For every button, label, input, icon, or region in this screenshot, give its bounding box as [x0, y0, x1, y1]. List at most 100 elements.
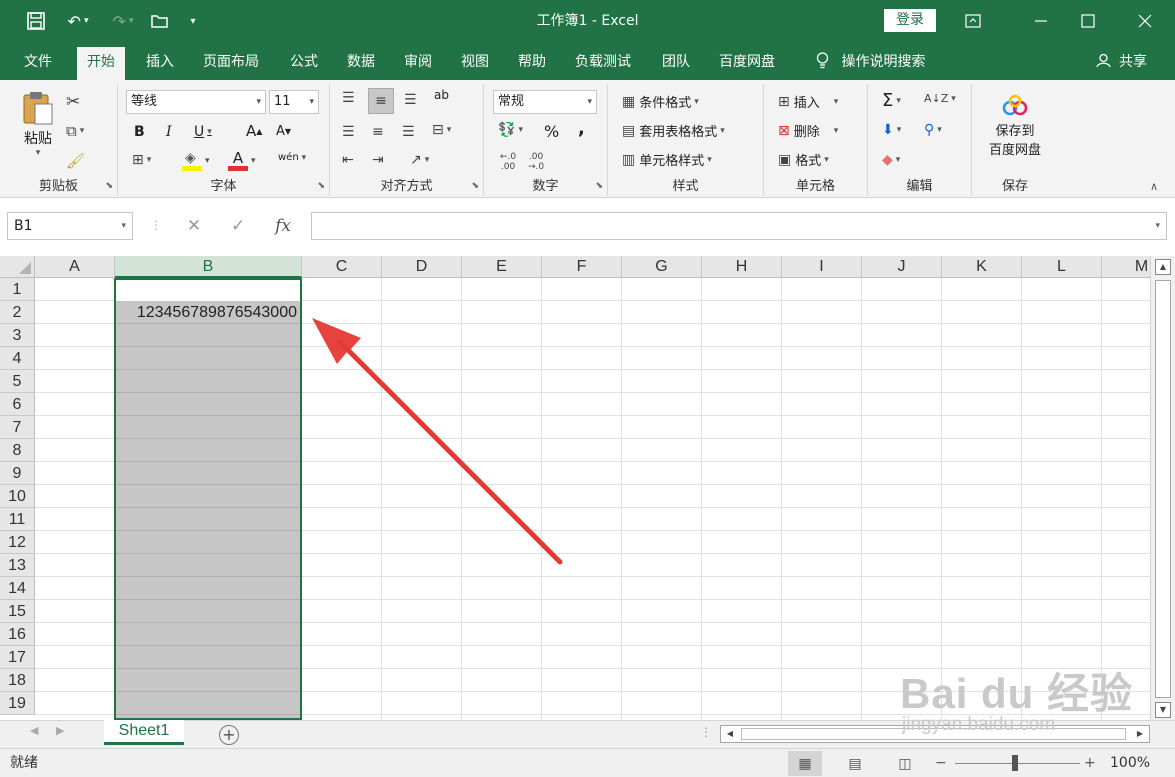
scroll-up-icon[interactable]: ▲	[1155, 259, 1171, 275]
scroll-down-icon[interactable]: ▼	[1155, 702, 1171, 718]
align-top-icon[interactable]: ☰	[342, 90, 355, 106]
add-sheet-button[interactable]: +	[219, 725, 239, 745]
italic-button[interactable]: I	[166, 124, 172, 140]
worksheet-grid[interactable]: 123456789876543000 ABCDEFGHIJKLM12345678…	[0, 256, 1150, 720]
column-header-h[interactable]: H	[702, 256, 782, 278]
enter-icon[interactable]: ✓	[231, 216, 245, 236]
insert-function-icon[interactable]: fx	[275, 216, 291, 236]
decrease-indent-icon[interactable]: ⇤	[342, 152, 354, 168]
bold-button[interactable]: B	[134, 124, 145, 140]
column-header-a[interactable]: A	[35, 256, 115, 278]
column-header-e[interactable]: E	[462, 256, 542, 278]
select-all-corner[interactable]	[0, 256, 35, 278]
align-center-icon[interactable]: ≡	[372, 124, 384, 140]
open-icon[interactable]	[147, 0, 173, 42]
font-color-button[interactable]: A ▾	[228, 150, 256, 172]
tab-baidu-netdisk[interactable]: 百度网盘	[709, 47, 785, 80]
sort-filter-button[interactable]: A↓Z ▾	[924, 92, 956, 105]
row-header-7[interactable]: 7	[0, 416, 35, 439]
clear-button[interactable]: ◆ ▾	[882, 152, 900, 168]
page-break-view-icon[interactable]: ◫	[888, 751, 922, 776]
format-painter-icon[interactable]: 🖌	[66, 152, 85, 170]
conditional-formatting-button[interactable]: ▦ 条件格式 ▾	[622, 92, 699, 112]
undo-icon[interactable]: ↶ ▾	[58, 0, 98, 42]
next-sheet-icon[interactable]: ▶	[56, 724, 64, 737]
tab-view[interactable]: 视图	[451, 47, 499, 80]
collapse-ribbon-icon[interactable]: ∧	[1150, 180, 1158, 193]
row-header-10[interactable]: 10	[0, 485, 35, 508]
name-box[interactable]: B1 ▾	[7, 212, 133, 240]
row-header-8[interactable]: 8	[0, 439, 35, 462]
phonetic-button[interactable]: wén ▾	[278, 152, 306, 163]
increase-decimal-icon[interactable]: ←.0.00	[500, 152, 516, 172]
zoom-level[interactable]: 100%	[1110, 749, 1150, 777]
cell-styles-button[interactable]: ▥ 单元格样式 ▾	[622, 150, 712, 170]
login-button[interactable]: 登录	[884, 9, 936, 32]
row-header-13[interactable]: 13	[0, 554, 35, 577]
maximize-icon[interactable]	[1065, 0, 1111, 42]
tab-data[interactable]: 数据	[337, 47, 385, 80]
tab-formulas[interactable]: 公式	[280, 47, 328, 80]
tab-file[interactable]: 文件	[14, 47, 62, 80]
row-header-12[interactable]: 12	[0, 531, 35, 554]
row-header-18[interactable]: 18	[0, 669, 35, 692]
paste-button[interactable]: 粘贴 ▾	[18, 90, 58, 160]
zoom-slider-thumb[interactable]	[1012, 755, 1018, 771]
row-header-3[interactable]: 3	[0, 324, 35, 347]
row-header-4[interactable]: 4	[0, 347, 35, 370]
save-to-baidu-button[interactable]: 保存到 百度网盘	[982, 94, 1048, 158]
row-header-11[interactable]: 11	[0, 508, 35, 531]
scroll-left-icon[interactable]: ◀	[721, 725, 739, 743]
column-header-k[interactable]: K	[942, 256, 1022, 278]
row-header-17[interactable]: 17	[0, 646, 35, 669]
row-header-1[interactable]: 1	[0, 278, 35, 301]
close-icon[interactable]	[1122, 0, 1168, 42]
tab-load-test[interactable]: 负载测试	[565, 47, 641, 80]
align-right-icon[interactable]: ☰	[402, 124, 415, 140]
align-bottom-icon[interactable]: ☰	[404, 92, 417, 108]
comma-button[interactable]: ,	[578, 118, 585, 139]
font-launcher-icon[interactable]: ⬊	[317, 181, 325, 191]
font-size-select[interactable]: 11 ▾	[269, 90, 319, 114]
sheet-tab-sheet1[interactable]: Sheet1	[104, 720, 184, 745]
column-header-b[interactable]: B	[115, 256, 302, 278]
formula-splitter-icon[interactable]: ⋮	[150, 218, 162, 232]
underline-button[interactable]: U ▾	[194, 124, 212, 140]
row-header-16[interactable]: 16	[0, 623, 35, 646]
merge-center-button[interactable]: ⊟ ▾	[432, 122, 451, 138]
alignment-launcher-icon[interactable]: ⬊	[471, 181, 479, 191]
increase-indent-icon[interactable]: ⇥	[372, 152, 384, 168]
tab-home[interactable]: 开始	[77, 47, 125, 80]
tab-help[interactable]: 帮助	[508, 47, 556, 80]
wrap-text-button[interactable]: ab	[434, 88, 449, 102]
cut-icon[interactable]: ✂	[66, 92, 80, 112]
column-header-f[interactable]: F	[542, 256, 622, 278]
tell-me-search[interactable]: 操作说明搜索	[806, 47, 935, 80]
percent-button[interactable]: %	[544, 122, 559, 141]
format-cells-button[interactable]: ▣ 格式 ▾	[778, 150, 829, 170]
minimize-icon[interactable]	[1018, 0, 1064, 42]
copy-icon[interactable]: ⧉ ▾	[66, 122, 84, 140]
row-header-14[interactable]: 14	[0, 577, 35, 600]
increase-font-button[interactable]: A ▲	[246, 122, 262, 140]
fill-button[interactable]: ⬇ ▾	[882, 122, 901, 138]
tab-insert[interactable]: 插入	[136, 47, 184, 80]
customize-icon[interactable]: ▾	[185, 0, 201, 42]
borders-button[interactable]: ⊞ ▾	[132, 152, 151, 168]
row-header-15[interactable]: 15	[0, 600, 35, 623]
clipboard-launcher-icon[interactable]: ⬊	[105, 181, 113, 191]
row-header-2[interactable]: 2	[0, 301, 35, 324]
font-name-select[interactable]: 等线 ▾	[126, 90, 266, 114]
autosum-button[interactable]: Σ ▾	[882, 90, 901, 111]
decrease-font-button[interactable]: A ▼	[276, 124, 291, 139]
page-layout-view-icon[interactable]: ▤	[838, 751, 872, 776]
column-header-j[interactable]: J	[862, 256, 942, 278]
accounting-format-button[interactable]: 💱 ▾	[498, 122, 523, 138]
delete-cells-button[interactable]: ⊠ 删除 ▾	[778, 121, 838, 141]
column-header-d[interactable]: D	[382, 256, 462, 278]
number-launcher-icon[interactable]: ⬊	[595, 181, 603, 191]
zoom-in-button[interactable]: +	[1084, 749, 1096, 777]
row-header-6[interactable]: 6	[0, 393, 35, 416]
row-header-5[interactable]: 5	[0, 370, 35, 393]
redo-icon[interactable]: ↷ ▾	[103, 0, 143, 42]
